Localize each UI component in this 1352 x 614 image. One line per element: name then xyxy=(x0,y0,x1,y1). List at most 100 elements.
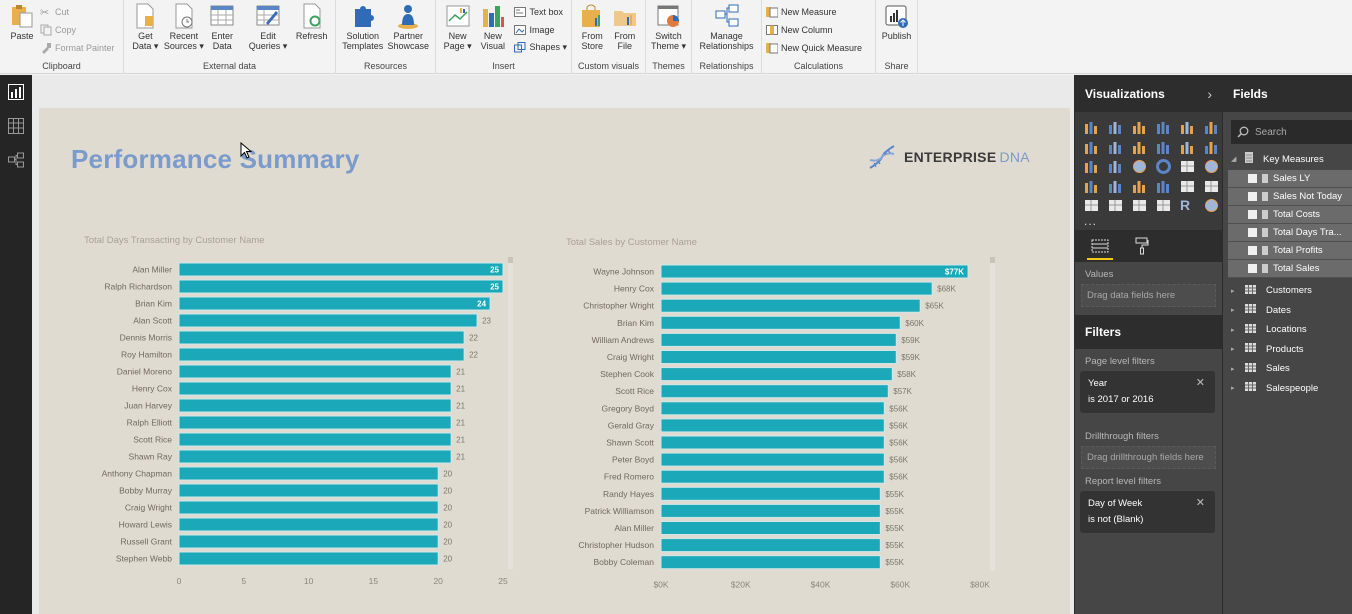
field-table[interactable]: ▸ Salespeople xyxy=(1223,379,1352,399)
donut-visual-icon[interactable] xyxy=(1156,159,1171,174)
remove-filter-icon[interactable]: ✕ xyxy=(1196,495,1205,511)
measure-field[interactable]: Total Profits xyxy=(1228,242,1352,260)
bar[interactable] xyxy=(660,315,901,330)
waterfall-visual-icon[interactable] xyxy=(1084,159,1099,174)
bar[interactable] xyxy=(178,330,465,345)
bar[interactable] xyxy=(178,398,452,413)
bar[interactable] xyxy=(660,350,897,364)
filled-map-visual-icon[interactable] xyxy=(1084,179,1099,194)
bar[interactable] xyxy=(178,517,439,532)
measure-field[interactable]: Total Sales xyxy=(1228,260,1352,278)
bar[interactable] xyxy=(660,384,889,399)
field-checkbox[interactable] xyxy=(1248,228,1257,237)
key-measures-table[interactable]: ◢ Key Measures xyxy=(1223,150,1352,168)
copy-button[interactable]: Copy xyxy=(40,22,115,37)
table-visual-icon[interactable] xyxy=(1132,198,1147,213)
line-visual-icon[interactable] xyxy=(1084,140,1099,155)
bar[interactable] xyxy=(178,534,439,549)
bar[interactable] xyxy=(178,347,465,362)
from-file-button[interactable]: From File xyxy=(610,3,641,51)
bar[interactable] xyxy=(660,452,885,467)
shape-map-visual-icon[interactable] xyxy=(1108,179,1123,194)
more-visuals-button[interactable]: ... xyxy=(1084,214,1101,231)
matrix-visual-icon[interactable] xyxy=(1156,198,1171,213)
field-table[interactable]: ▸ Products xyxy=(1223,340,1352,360)
data-view-button[interactable] xyxy=(0,109,32,143)
bar[interactable] xyxy=(660,486,881,501)
from-store-button[interactable]: From Store xyxy=(577,3,608,51)
field-checkbox[interactable] xyxy=(1248,264,1257,273)
remove-filter-icon[interactable]: ✕ xyxy=(1196,375,1205,391)
field-checkbox[interactable] xyxy=(1248,192,1257,201)
bar[interactable] xyxy=(660,538,881,553)
field-table[interactable]: ▸ Locations xyxy=(1223,320,1352,340)
100-bar-visual-icon[interactable] xyxy=(1180,120,1195,135)
measure-field[interactable]: Total Days Tra... xyxy=(1228,224,1352,242)
chart-scrollbar[interactable] xyxy=(990,259,995,571)
bar[interactable] xyxy=(660,264,969,279)
manage-relationships-button[interactable]: Manage Relationships xyxy=(697,3,756,51)
multi-row-card-visual-icon[interactable] xyxy=(1204,179,1219,194)
publish-button[interactable]: Publish xyxy=(881,3,912,41)
field-table[interactable]: ▸ Dates xyxy=(1223,301,1352,321)
bar[interactable] xyxy=(660,298,921,313)
get-data-button[interactable]: Get Data ▾ xyxy=(129,3,162,51)
measure-field[interactable]: Total Costs xyxy=(1228,206,1352,224)
bar[interactable] xyxy=(660,435,885,450)
new-visual-button[interactable]: New Visual xyxy=(476,3,509,51)
bar[interactable] xyxy=(178,500,439,515)
fields-tab[interactable] xyxy=(1087,230,1113,262)
new-column-button[interactable]: New Column xyxy=(766,22,862,37)
field-checkbox[interactable] xyxy=(1248,210,1257,219)
relationships-view-button[interactable] xyxy=(0,143,32,177)
field-checkbox[interactable] xyxy=(1248,246,1257,255)
funnel-visual-icon[interactable] xyxy=(1132,179,1147,194)
drillthrough-dropzone[interactable]: Drag drillthrough fields here xyxy=(1081,446,1216,469)
edit-queries-button[interactable]: Edit Queries ▾ xyxy=(248,3,289,51)
enter-data-button[interactable]: Enter Data xyxy=(206,3,239,51)
bar[interactable] xyxy=(178,483,439,498)
stacked-bar-visual-icon[interactable] xyxy=(1084,120,1099,135)
chart-scrollbar-thumb[interactable] xyxy=(990,257,995,263)
collapse-chevron-icon[interactable]: › xyxy=(1207,86,1212,102)
bar[interactable] xyxy=(660,469,885,484)
map-visual-icon[interactable] xyxy=(1204,159,1219,174)
cut-button[interactable]: ✂ Cut xyxy=(40,4,115,19)
paste-button[interactable]: Paste xyxy=(5,3,39,41)
bar[interactable] xyxy=(660,367,893,382)
kpi-visual-icon[interactable] xyxy=(1084,198,1099,213)
text-box-button[interactable]: Text box xyxy=(514,4,567,19)
switch-theme-button[interactable]: Switch Theme ▾ xyxy=(651,3,686,51)
format-painter-button[interactable]: Format Painter xyxy=(40,40,115,55)
bar[interactable] xyxy=(178,432,452,447)
format-tab[interactable] xyxy=(1129,230,1155,262)
solution-templates-button[interactable]: Solution Templates xyxy=(341,3,385,51)
line-column-visual-icon[interactable] xyxy=(1156,140,1171,155)
arcgis-visual-icon[interactable] xyxy=(1204,198,1219,213)
card-visual-icon[interactable] xyxy=(1180,179,1195,194)
measure-field[interactable]: Sales LY xyxy=(1228,170,1352,188)
stacked-area-visual-icon[interactable] xyxy=(1132,140,1147,155)
r-visual-visual-icon[interactable]: R xyxy=(1180,198,1195,213)
bar[interactable] xyxy=(660,503,881,518)
values-dropzone[interactable]: Drag data fields here xyxy=(1081,284,1216,307)
slicer-visual-icon[interactable] xyxy=(1108,198,1123,213)
day-of-week-filter-card[interactable]: Day of Week is not (Blank) ✕ xyxy=(1080,491,1215,533)
field-table[interactable]: ▸ Customers xyxy=(1223,281,1352,301)
year-filter-card[interactable]: Year is 2017 or 2016 ✕ xyxy=(1080,371,1215,413)
bar[interactable] xyxy=(660,401,885,416)
bar[interactable] xyxy=(178,415,452,430)
line-clustered-column-visual-icon[interactable] xyxy=(1180,140,1195,155)
pie-visual-icon[interactable] xyxy=(1132,159,1147,174)
clustered-bar-visual-icon[interactable] xyxy=(1132,120,1147,135)
bar[interactable] xyxy=(660,281,933,296)
area-visual-icon[interactable] xyxy=(1108,140,1123,155)
clustered-column-visual-icon[interactable] xyxy=(1156,120,1171,135)
refresh-button[interactable]: Refresh xyxy=(293,3,330,41)
stacked-column-visual-icon[interactable] xyxy=(1108,120,1123,135)
image-button[interactable]: Image xyxy=(514,22,567,37)
ribbon-visual-icon[interactable] xyxy=(1204,140,1219,155)
bar[interactable] xyxy=(178,364,452,379)
100-column-visual-icon[interactable] xyxy=(1204,120,1219,135)
bar[interactable] xyxy=(178,381,452,396)
